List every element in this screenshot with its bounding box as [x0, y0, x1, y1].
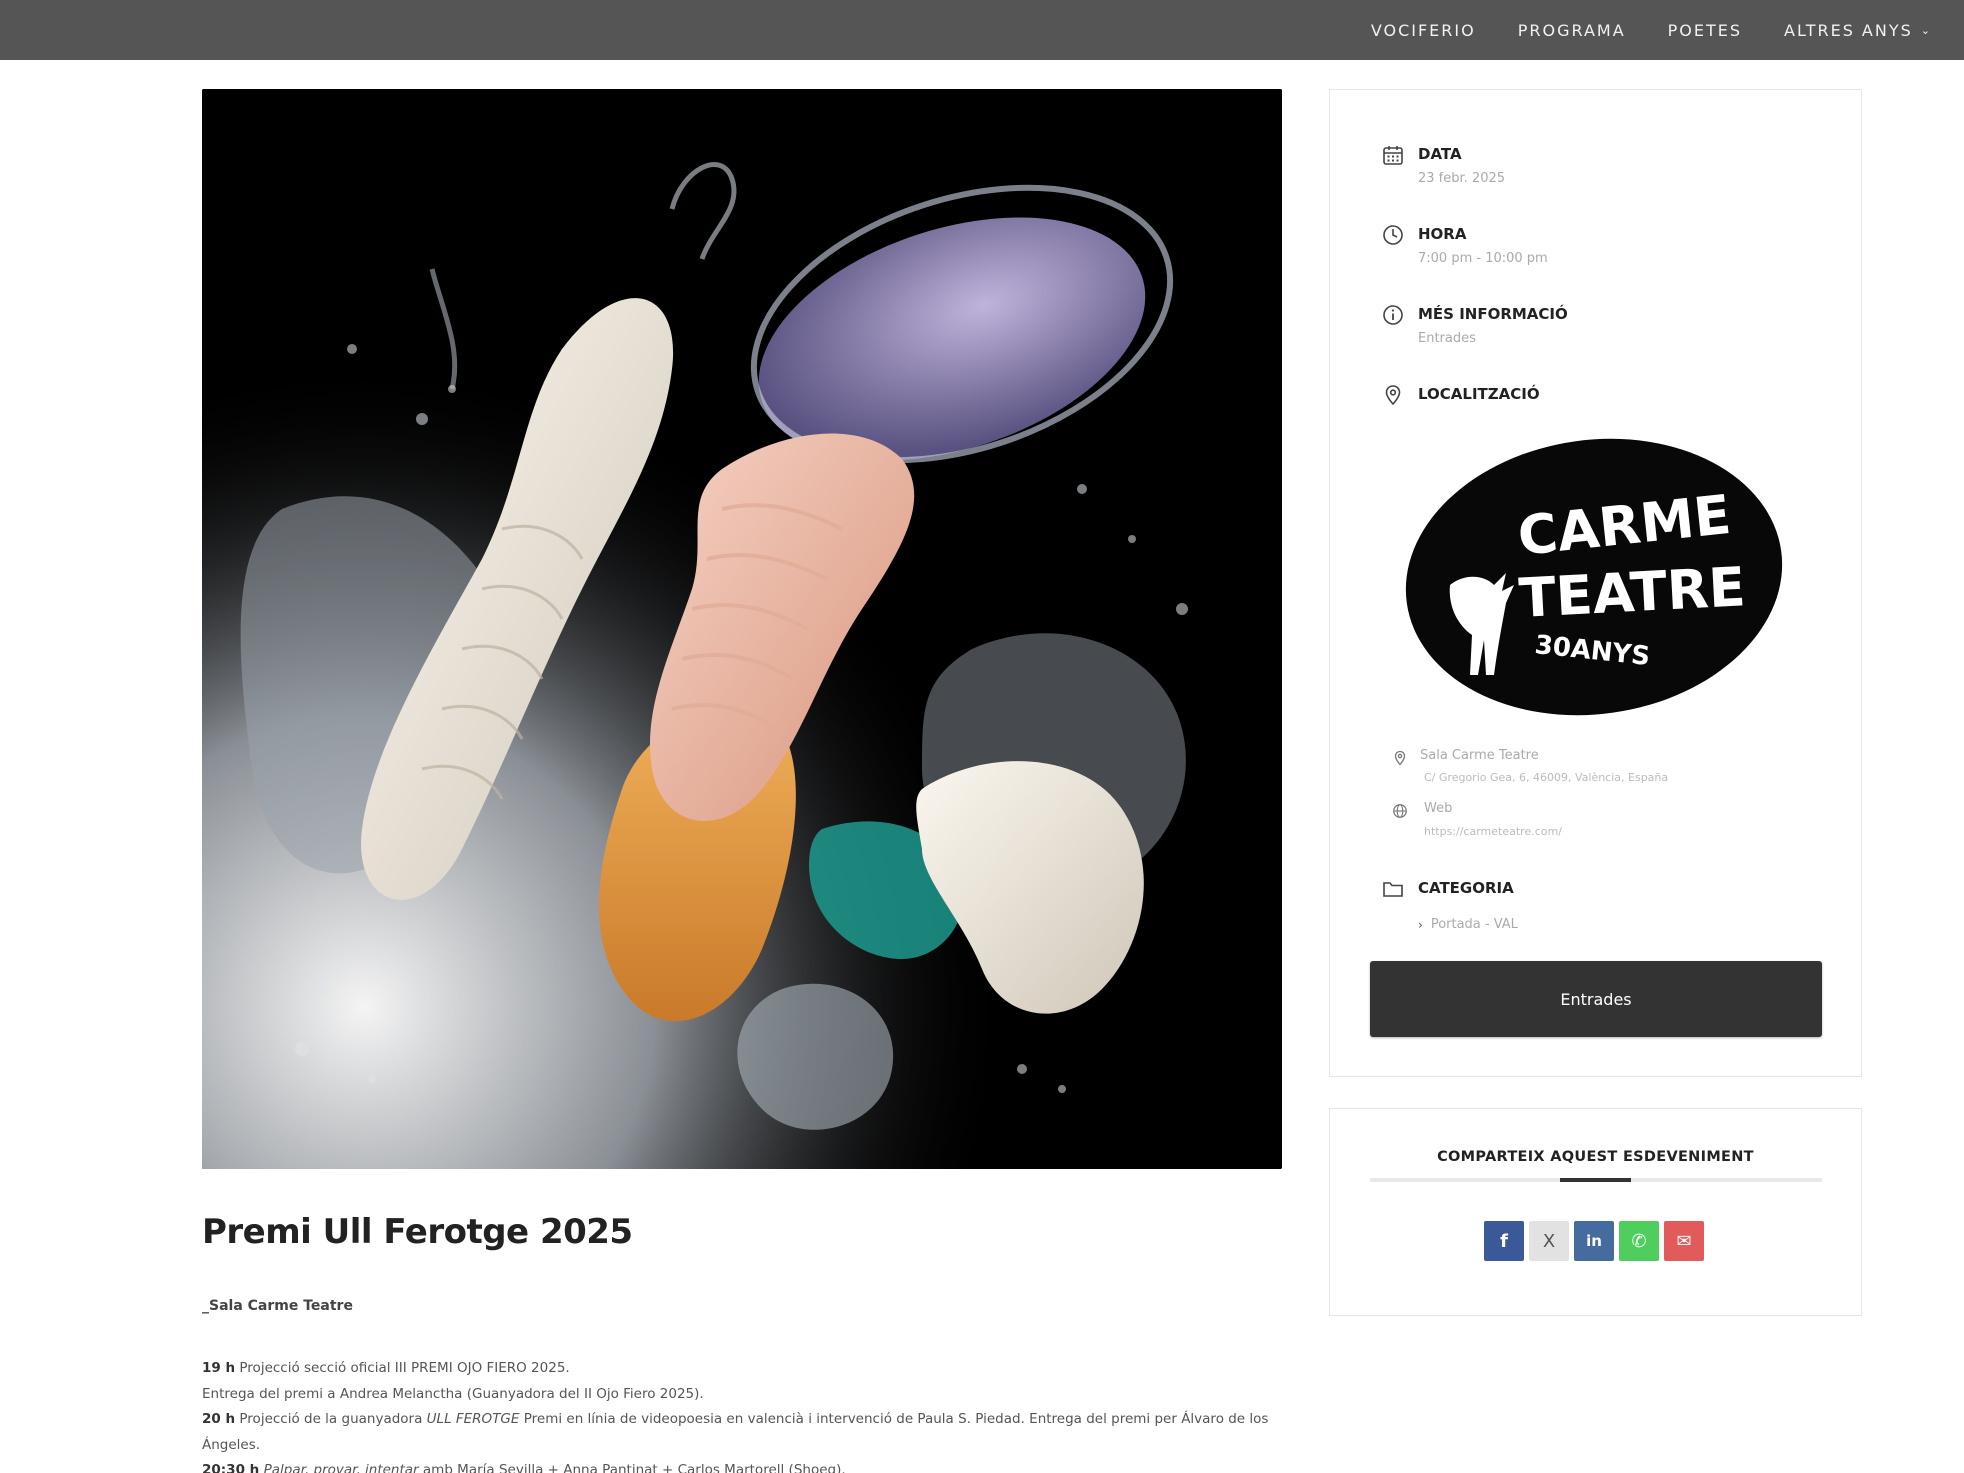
program-text: ULL FEROTGE — [426, 1411, 520, 1427]
program-line: 19 h Projecció secció oficial III PREMI … — [202, 1356, 1302, 1382]
nav-item-poetes[interactable]: POETES — [1668, 21, 1742, 40]
program-line: 20:30 h Palpar, provar, intentar amb Mar… — [202, 1458, 1302, 1473]
time-label: HORA — [1418, 225, 1467, 243]
program-text: Entrega del premi a Andrea Melanctha (Gu… — [202, 1385, 704, 1402]
share-x-button[interactable]: X — [1529, 1221, 1569, 1261]
carme-teatre-logo: CARME TEATRE 30ANYS — [1405, 438, 1783, 716]
globe-icon — [1393, 804, 1407, 818]
venue-website-link[interactable]: https://carmeteatre.com/ — [1424, 825, 1562, 838]
event-info-card: DATA 23 febr. 2025 HORA 7:00 pm - 10:00 … — [1329, 89, 1862, 1077]
more-info-label: MÉS INFORMACIÓ — [1418, 305, 1568, 323]
email-icon: ✉ — [1676, 1230, 1692, 1252]
main-nav: VOCIFERIO PROGRAMA POETES ALTRES ANYS ⌄ — [1329, 0, 1930, 60]
nav-item-programa[interactable]: PROGRAMA — [1518, 21, 1626, 40]
more-info-link[interactable]: Entrades — [1418, 331, 1476, 346]
date-label: DATA — [1418, 145, 1462, 163]
program-line: 20 h Projecció de la guanyadora ULL FERO… — [202, 1407, 1302, 1458]
program-time: 20:30 h — [202, 1462, 260, 1473]
nav-item-altres-anys[interactable]: ALTRES ANYS ⌄ — [1784, 21, 1930, 40]
clock-icon — [1383, 225, 1403, 245]
venue-name: Sala Carme Teatre — [1420, 748, 1539, 763]
event-venue-line: _Sala Carme Teatre — [202, 1298, 353, 1314]
tickets-button[interactable]: Entrades — [1370, 961, 1822, 1037]
nav-item-label: ALTRES ANYS — [1784, 20, 1913, 40]
abstract-liquid-sculpture-artwork — [202, 89, 1282, 1169]
event-featured-image — [202, 89, 1282, 1169]
category-label: CATEGORIA — [1418, 879, 1514, 897]
program-line: Entrega del premi a Andrea Melanctha (Gu… — [202, 1382, 1302, 1408]
program-time: 19 h — [202, 1360, 236, 1376]
share-whatsapp-button[interactable]: ✆ — [1619, 1221, 1659, 1261]
whatsapp-icon: ✆ — [1631, 1230, 1647, 1252]
folder-icon — [1383, 882, 1403, 897]
time-value: 7:00 pm - 10:00 pm — [1418, 251, 1548, 266]
share-divider-accent — [1560, 1178, 1631, 1182]
share-linkedin-button[interactable]: in — [1574, 1221, 1614, 1261]
program-text: Palpar, provar, intentar — [263, 1462, 419, 1473]
share-buttons: f Xin ✆ ✉ — [1484, 1221, 1709, 1261]
chevron-down-icon: ⌄ — [1920, 23, 1930, 37]
program-time: 20 h — [202, 1411, 236, 1427]
category-value: Portada - VAL — [1430, 917, 1518, 932]
location-label: LOCALITZACIÓ — [1418, 385, 1540, 403]
program-text: amb María Sevilla + Anna Pantinat + Carl… — [418, 1462, 846, 1473]
venue-logo: CARME TEATRE 30ANYS — [1402, 435, 1787, 720]
event-program: 19 h Projecció secció oficial III PREMI … — [202, 1356, 1302, 1473]
share-title: COMPARTEIX AQUEST ESDEVENIMENT — [1437, 1149, 1754, 1165]
nav-item-label: POETES — [1667, 20, 1743, 40]
nav-item-vociferio[interactable]: VOCIFERIO — [1371, 21, 1476, 40]
date-value: 23 febr. 2025 — [1418, 171, 1506, 186]
web-label: Web — [1424, 801, 1453, 816]
x-icon: X — [1542, 1230, 1556, 1252]
map-pin-icon — [1385, 385, 1401, 406]
map-pin-icon — [1394, 750, 1406, 766]
program-text: Projecció secció oficial III PREMI OJO F… — [235, 1360, 570, 1376]
share-facebook-button[interactable]: f — [1484, 1221, 1524, 1261]
share-email-button[interactable]: ✉ — [1664, 1221, 1704, 1261]
calendar-icon — [1383, 146, 1403, 165]
category-item[interactable]: › Portada - VAL — [1418, 917, 1518, 932]
linkedin-icon: in — [1586, 1232, 1602, 1250]
share-card: COMPARTEIX AQUEST ESDEVENIMENT f Xin ✆ ✉ — [1329, 1108, 1862, 1316]
chevron-right-icon: › — [1418, 917, 1423, 932]
program-text: Projecció de la guanyadora — [235, 1411, 427, 1427]
info-icon — [1383, 305, 1403, 325]
logo-text-line-2: TEATRE — [1517, 555, 1747, 630]
nav-item-label: VOCIFERIO — [1370, 20, 1476, 40]
top-navbar: VOCIFERIO PROGRAMA POETES ALTRES ANYS ⌄ — [0, 0, 1964, 60]
venue-address: C/ Gregorio Gea, 6, 46009, València, Esp… — [1424, 771, 1669, 784]
event-title: Premi Ull Ferotge 2025 — [202, 1212, 633, 1252]
nav-item-label: PROGRAMA — [1517, 20, 1626, 40]
facebook-icon: f — [1500, 1230, 1508, 1252]
